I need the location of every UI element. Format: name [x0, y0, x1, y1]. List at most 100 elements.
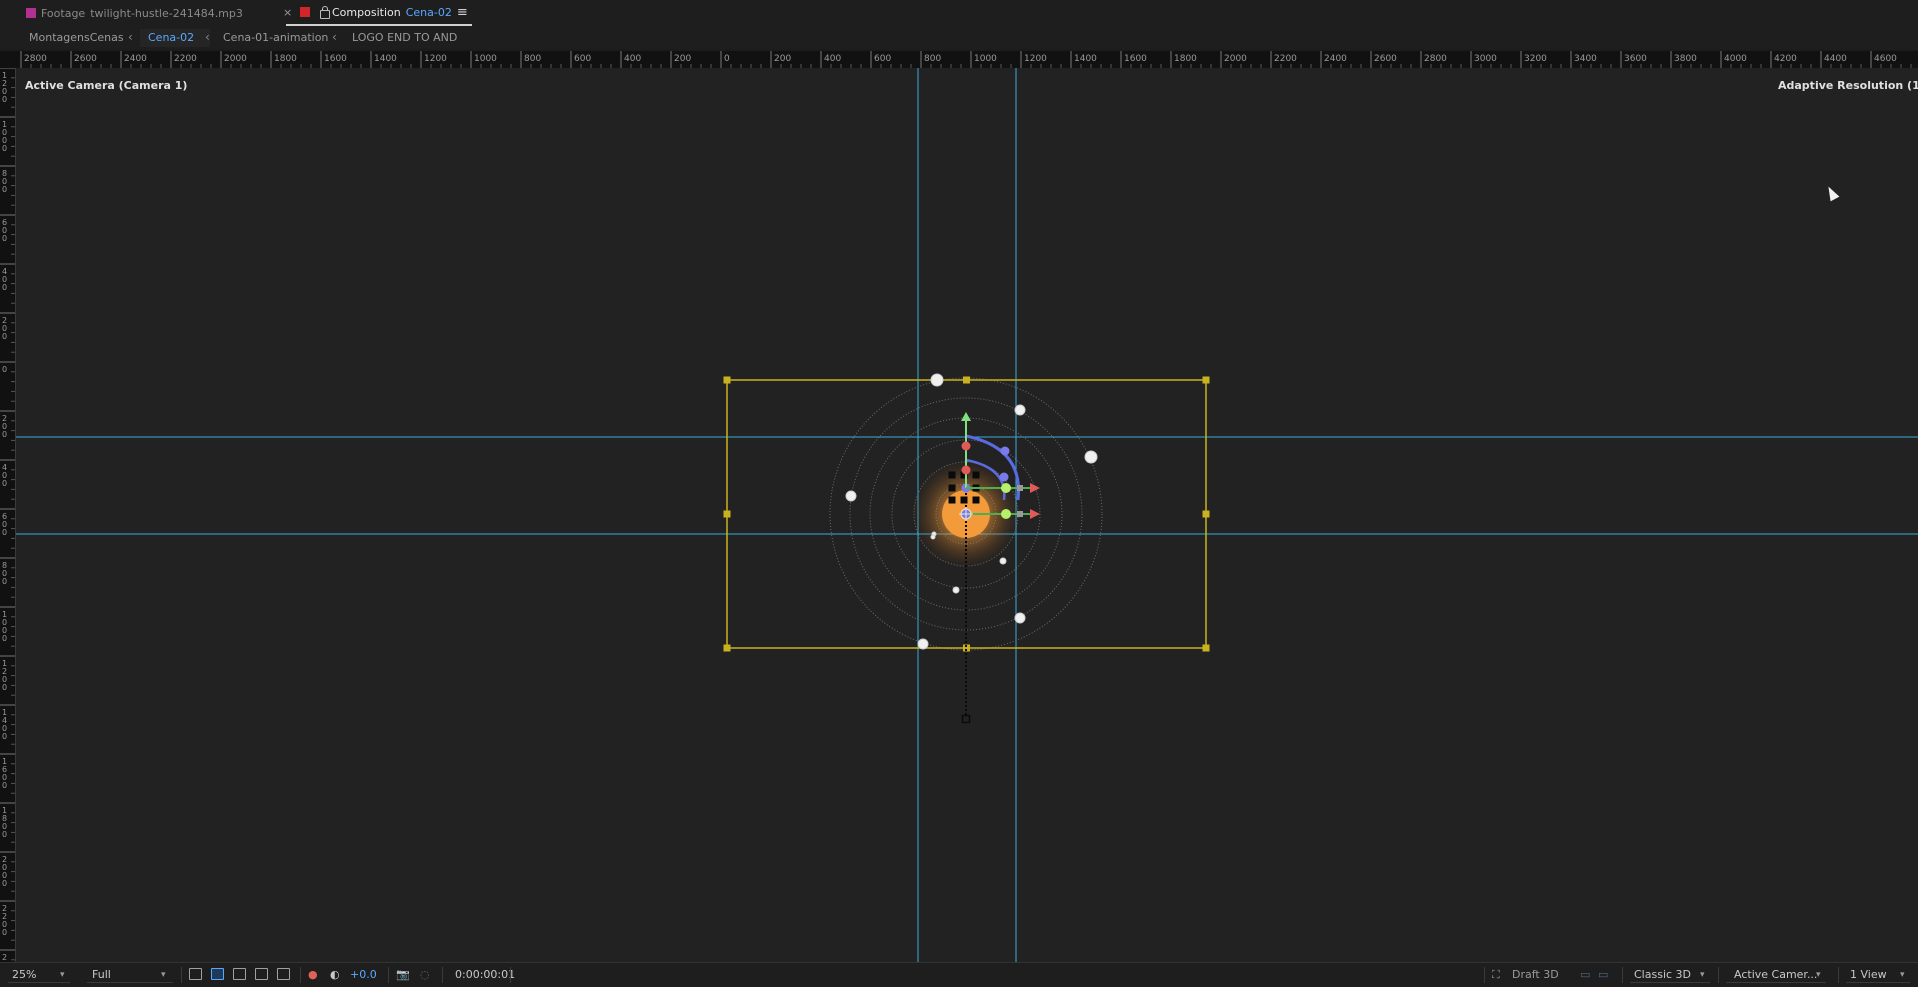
- planet-dot: [917, 638, 929, 650]
- ruler-tick-label: 1200: [1024, 54, 1047, 64]
- breadcrumb-montagenscenas[interactable]: MontagensCenas: [29, 31, 124, 44]
- axis-y-arrow: [961, 412, 971, 421]
- ruler-tick-label: 800: [924, 54, 941, 64]
- ruler-tick-label: 0: [2, 634, 7, 643]
- tab-composition[interactable]: Composition Cena-02 ≡: [286, 0, 472, 26]
- ruler-tick-label: 1600: [324, 54, 347, 64]
- ruler-tick-label: 800: [524, 54, 541, 64]
- draft-3d-toggle[interactable]: Draft 3D: [1512, 968, 1559, 981]
- ruler-tick-label: 1800: [1174, 54, 1197, 64]
- ruler-tick-label: 2000: [1224, 54, 1247, 64]
- show-snapshot-icon[interactable]: ◌: [420, 968, 430, 981]
- chevron-left-icon: ‹: [332, 30, 337, 44]
- breadcrumb-cena-02[interactable]: Cena-02: [148, 31, 194, 44]
- breadcrumb-logo-end-to-and[interactable]: LOGO END TO AND: [352, 31, 457, 44]
- anchor-point-square: [960, 496, 968, 504]
- extended-viewer-icon[interactable]: ▭: [1580, 968, 1590, 981]
- ruler-tick-label: 2400: [124, 54, 147, 64]
- vertical-ruler-ticks: 1200100080060040020002004006008001000120…: [0, 67, 15, 986]
- ruler-tick-label: 0: [2, 577, 7, 586]
- anchor-point-square: [972, 471, 980, 479]
- renderer-dropdown[interactable]: Classic 3D ▾: [1630, 967, 1710, 983]
- composition-viewer[interactable]: [16, 68, 1918, 962]
- ruler-tick-label: 2800: [1424, 54, 1447, 64]
- ruler-tick-label: 1400: [1074, 54, 1097, 64]
- color-management-icon[interactable]: ◐: [330, 968, 340, 981]
- exposure-value[interactable]: +0.0: [350, 968, 377, 981]
- composition-scene[interactable]: [16, 68, 1918, 962]
- ruler-tick-label: 0: [2, 185, 7, 194]
- view-layout-dropdown[interactable]: 1 View ▾: [1846, 967, 1910, 983]
- composition-navigator: MontagensCenas ‹ Cena-02 ‹ Cena-01-anima…: [0, 27, 1918, 49]
- 3d-view-dropdown[interactable]: Active Camer... ▾: [1726, 967, 1826, 983]
- ruler-tick-label: 4200: [1774, 54, 1797, 64]
- chevron-down-icon: ▾: [1816, 970, 1821, 980]
- divider: [1718, 967, 1719, 983]
- composition-color-swatch: [300, 7, 310, 17]
- ruler-tick-label: 1000: [474, 54, 497, 64]
- breadcrumb-cena-01-animation[interactable]: Cena-01-animation: [223, 31, 328, 44]
- ruler-tick-label: 600: [874, 54, 891, 64]
- ruler-corner: [0, 51, 15, 68]
- ruler-tick-label: 3800: [1674, 54, 1697, 64]
- divider: [442, 967, 443, 983]
- ruler-tick-label: 1600: [1124, 54, 1147, 64]
- current-time-display[interactable]: 0:00:00:01: [455, 968, 515, 981]
- zoom-dropdown[interactable]: 25% ▾: [8, 967, 70, 983]
- ruler-tick-label: 1000: [974, 54, 997, 64]
- planet-dot: [930, 373, 944, 387]
- fast-previews-icon[interactable]: [189, 968, 202, 980]
- divider: [181, 967, 182, 983]
- ruler-tick-label: 0: [2, 144, 7, 153]
- tab-footage[interactable]: Footage twilight-hustle-241484.mp3: [26, 0, 243, 26]
- horizontal-ruler[interactable]: 2800 2600 2400 2200 2000 1800 1600 1400 1200 1000…: [15, 51, 1918, 69]
- rotation-handle-z: [999, 472, 1009, 482]
- ruler-tick-label: 1400: [374, 54, 397, 64]
- panel-tab-bar: Footage twilight-hustle-241484.mp3 × Com…: [0, 0, 1918, 27]
- ruler-tick-label: 0: [724, 54, 730, 64]
- divider: [1622, 967, 1623, 983]
- ruler-tick-label: 0: [2, 479, 7, 488]
- divider: [300, 967, 301, 983]
- rotation-handle-y: [1001, 483, 1011, 493]
- ruler-tick-label: 600: [574, 54, 591, 64]
- tab-name-label: twilight-hustle-241484.mp3: [90, 6, 243, 20]
- planet-dot: [1084, 450, 1098, 464]
- ruler-tick-label: 3000: [1474, 54, 1497, 64]
- bounding-box-handle: [1202, 644, 1210, 652]
- planet-dot: [930, 534, 936, 540]
- draft-3d-icon[interactable]: ⛶: [1492, 968, 1500, 982]
- ruler-tick-label: 200: [774, 54, 791, 64]
- viewer-status-bar: 25% ▾ Full ▾ ● ◐ +0.0 📷 ◌ 0:00:00:01 ⛶ D…: [0, 962, 1918, 987]
- bounding-box-handle: [963, 376, 970, 384]
- guides-grid-icon[interactable]: [277, 968, 290, 980]
- transparency-grid-icon[interactable]: [211, 968, 224, 980]
- resolution-dropdown[interactable]: Full ▾: [87, 967, 173, 983]
- divider: [510, 967, 511, 983]
- ruler-tick-label: 0: [2, 732, 7, 741]
- divider: [1838, 967, 1839, 983]
- 3d-view-value: Active Camer...: [1734, 968, 1818, 981]
- color-channels-icon[interactable]: ●: [308, 968, 318, 981]
- panel-menu-icon[interactable]: ≡: [457, 5, 468, 20]
- ruler-tick-label: 0: [2, 430, 7, 439]
- mask-path-icon[interactable]: [233, 968, 246, 980]
- ruler-tick-label: 4000: [1724, 54, 1747, 64]
- ruler-tick-label: 1800: [274, 54, 297, 64]
- ruler-tick-label: 0: [2, 928, 7, 937]
- ruler-tick-label: 4400: [1824, 54, 1847, 64]
- bounding-box-handle: [723, 510, 731, 518]
- snapshot-icon[interactable]: 📷: [396, 968, 410, 981]
- horizontal-ruler-ticks: 2800 2600 2400 2200 2000 1800 1600 1400 1200 1000…: [20, 51, 1912, 68]
- bounding-box-handle: [723, 644, 731, 652]
- view-layout-value: 1 View: [1850, 968, 1887, 981]
- vertical-ruler[interactable]: 1200100080060040020002004006008001000120…: [0, 67, 16, 986]
- region-of-interest-icon[interactable]: [255, 968, 268, 980]
- ruler-tick-label: 0: [2, 365, 7, 374]
- chevron-left-icon: ‹: [128, 30, 133, 44]
- ground-plane-icon[interactable]: ▭: [1598, 968, 1608, 981]
- ruler-tick-label: 0: [2, 830, 7, 839]
- axis-x-arrow: [1030, 509, 1040, 519]
- divider: [1484, 967, 1485, 983]
- ruler-tick-label: 0: [2, 528, 7, 537]
